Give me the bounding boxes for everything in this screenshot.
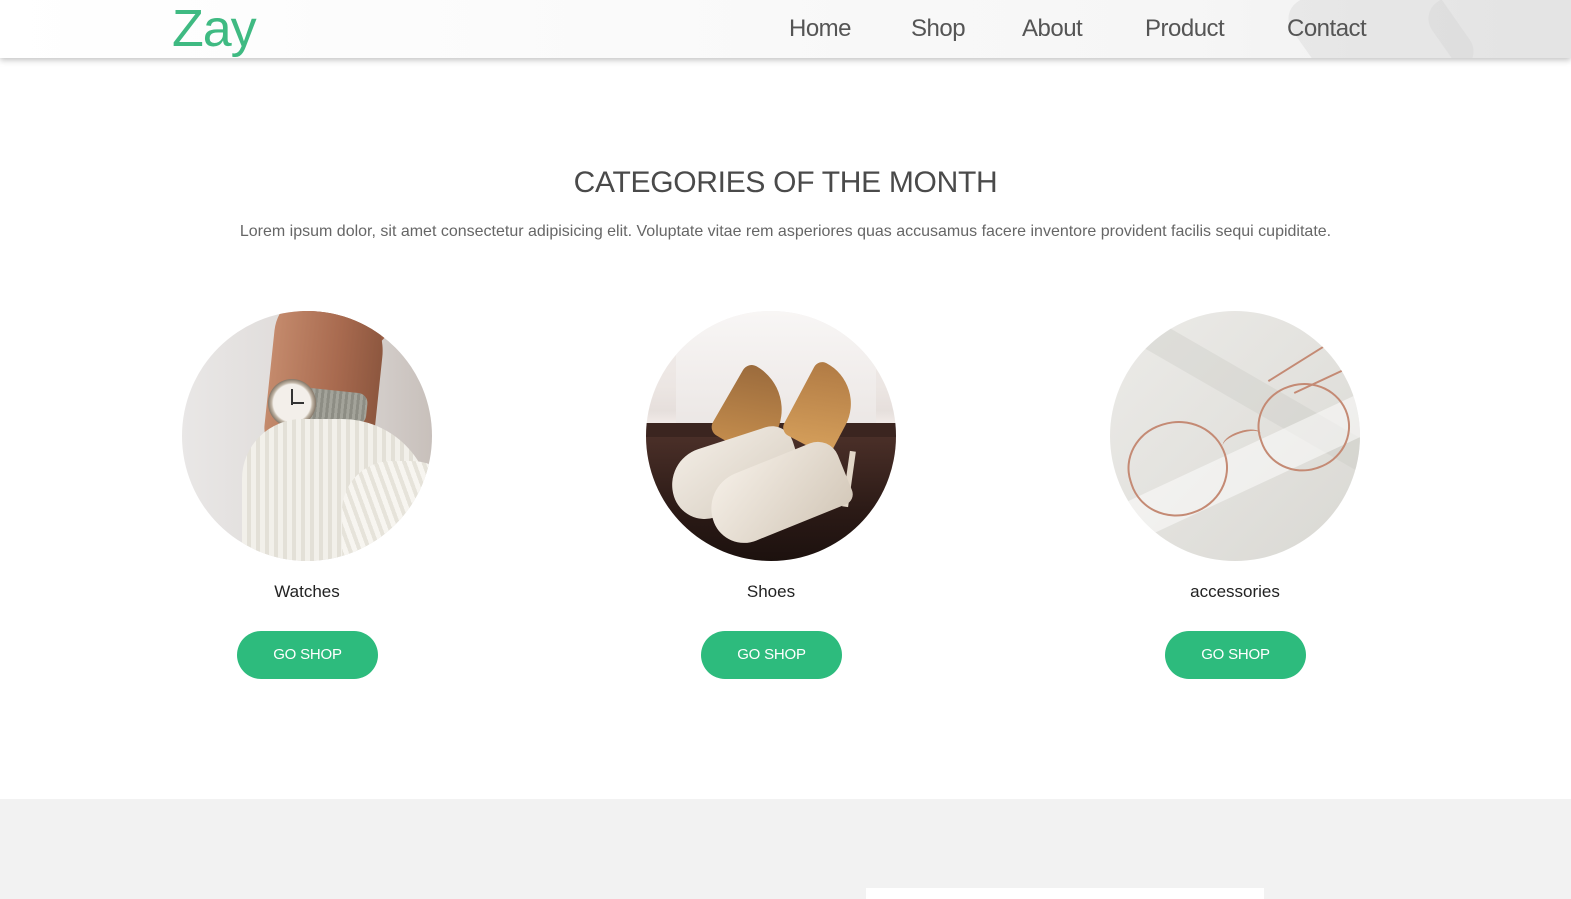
page: Zay Home Shop About Product Contact CATE… <box>0 0 1571 899</box>
nav-contact[interactable]: Contact <box>1287 14 1367 44</box>
go-shop-button[interactable]: GO SHOP <box>237 631 378 679</box>
category-shoes: Shoes GO SHOP <box>646 311 896 691</box>
category-accessories: accessories GO SHOP <box>1110 311 1360 691</box>
section-title: CATEGORIES OF THE MONTH <box>573 166 998 199</box>
category-label: Shoes <box>746 582 796 601</box>
nav-about[interactable]: About <box>1022 14 1083 44</box>
watches-image[interactable] <box>182 311 432 561</box>
go-shop-button[interactable]: GO SHOP <box>701 631 842 679</box>
shoes-image[interactable] <box>646 311 896 561</box>
category-label: Watches <box>274 582 340 601</box>
header-background-image <box>1211 0 1571 58</box>
nav-product[interactable]: Product <box>1145 14 1225 44</box>
nav-shop[interactable]: Shop <box>911 14 966 44</box>
next-section-band <box>0 799 1571 899</box>
site-header: Zay Home Shop About Product Contact <box>0 0 1571 58</box>
category-watches: Watches GO SHOP <box>182 311 432 691</box>
category-label: accessories <box>1190 582 1280 601</box>
section-description: Lorem ipsum dolor, sit amet consectetur … <box>239 223 1332 240</box>
logo[interactable]: Zay <box>172 2 257 56</box>
go-shop-button[interactable]: GO SHOP <box>1165 631 1306 679</box>
next-section-card <box>866 888 1264 899</box>
nav-home[interactable]: Home <box>789 14 852 44</box>
accessories-image[interactable] <box>1110 311 1360 561</box>
